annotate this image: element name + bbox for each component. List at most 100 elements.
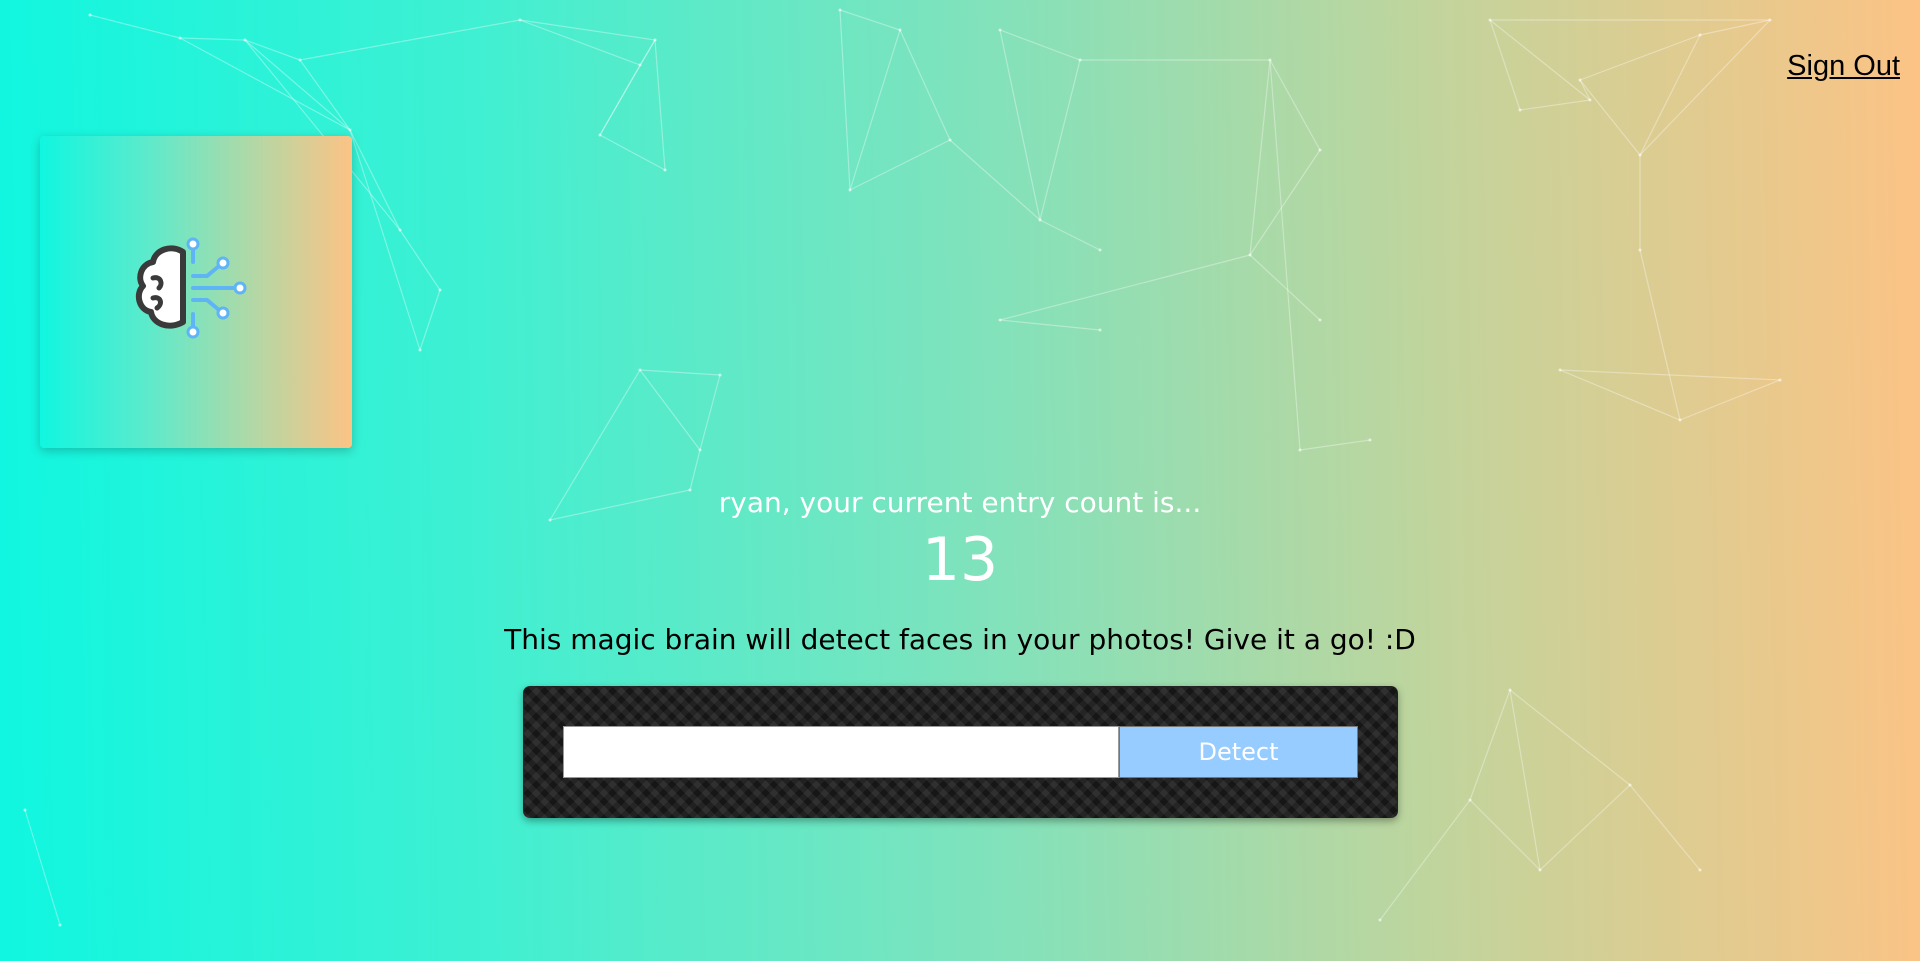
- particle-link: [1679, 379, 1781, 421]
- particle-dot: [1578, 78, 1582, 82]
- particle-dot: [1638, 248, 1642, 252]
- particle-link: [1299, 439, 1371, 451]
- particle-dot: [653, 38, 657, 42]
- particle-dot: [1378, 918, 1382, 922]
- particle-dot: [638, 63, 642, 67]
- particle-dot: [948, 138, 952, 142]
- particle-dot: [1678, 418, 1682, 422]
- particle-link: [399, 229, 441, 291]
- image-link-form: Detect: [523, 686, 1398, 818]
- particle-dot: [898, 28, 902, 32]
- particle-dot: [998, 28, 1002, 32]
- particle-dot: [1778, 378, 1782, 382]
- particle-link: [1639, 19, 1771, 156]
- particle-link: [1509, 689, 1631, 786]
- particle-dot: [1368, 438, 1372, 442]
- particle-link: [839, 9, 901, 31]
- particle-link: [639, 369, 721, 376]
- particle-dot: [1248, 253, 1252, 257]
- particle-link: [1559, 369, 1781, 381]
- particle-link: [1519, 99, 1591, 111]
- particle-link: [839, 9, 851, 191]
- particle-link: [1469, 689, 1511, 801]
- particle-link: [1249, 59, 1271, 256]
- particle-link: [599, 64, 641, 136]
- particle-link: [24, 809, 61, 926]
- particle-dot: [848, 188, 852, 192]
- particle-dot: [23, 808, 27, 812]
- particle-link: [1639, 34, 1701, 156]
- particle-link: [1539, 784, 1631, 871]
- particle-link: [1469, 799, 1541, 871]
- particle-link: [519, 19, 641, 66]
- particle-link: [639, 39, 656, 66]
- particle-dot: [1078, 58, 1082, 62]
- particle-link: [999, 29, 1081, 61]
- particle-dot: [1768, 18, 1772, 22]
- particle-dot: [1698, 33, 1702, 37]
- particle-link: [1579, 79, 1641, 156]
- particle-link: [89, 14, 181, 39]
- particle-link: [349, 129, 401, 231]
- particle-link: [299, 19, 521, 61]
- particle-link: [1269, 59, 1301, 451]
- particle-dot: [88, 13, 92, 17]
- particle-dot: [438, 288, 442, 292]
- entry-rank: ryan, your current entry count is... 13: [0, 486, 1920, 595]
- particle-dot: [298, 58, 302, 62]
- particle-link: [519, 19, 656, 41]
- particle-link: [244, 39, 301, 61]
- brain-circuit-icon: [135, 237, 247, 339]
- particle-link: [244, 39, 351, 131]
- image-url-input[interactable]: [563, 726, 1119, 778]
- particle-dot: [998, 318, 1002, 322]
- particle-dot: [718, 373, 722, 377]
- particle-link: [1249, 254, 1321, 321]
- particle-link: [1039, 59, 1081, 221]
- particle-link: [999, 254, 1251, 321]
- particle-dot: [1558, 368, 1562, 372]
- particle-link: [1379, 799, 1471, 921]
- particle-link: [899, 29, 951, 141]
- particle-link: [1269, 59, 1321, 151]
- particle-link: [1509, 689, 1541, 871]
- particle-dot: [1318, 318, 1322, 322]
- particle-dot: [638, 368, 642, 372]
- particle-dot: [348, 128, 352, 132]
- particle-dot: [178, 36, 182, 40]
- particle-link: [1699, 19, 1771, 36]
- particle-dot: [1098, 248, 1102, 252]
- particle-dot: [1698, 868, 1702, 872]
- tagline: This magic brain will detect faces in yo…: [504, 623, 1416, 656]
- particle-link: [849, 139, 951, 191]
- particle-dot: [698, 448, 702, 452]
- particle-dot: [1098, 328, 1102, 332]
- particle-link: [599, 134, 666, 171]
- particle-dot: [1298, 448, 1302, 452]
- sign-out-link[interactable]: Sign Out: [1787, 50, 1900, 83]
- particle-link: [179, 37, 246, 41]
- particle-dot: [1628, 783, 1632, 787]
- particle-link: [1489, 19, 1521, 111]
- particle-link: [1579, 79, 1591, 101]
- entry-count-message: ryan, your current entry count is...: [718, 486, 1202, 519]
- particle-link: [1629, 784, 1701, 871]
- particle-dot: [1468, 798, 1472, 802]
- particle-link: [1039, 219, 1101, 251]
- particle-link: [949, 139, 1041, 221]
- particle-dot: [418, 348, 422, 352]
- logo-card: [40, 136, 352, 448]
- particle-dot: [243, 38, 247, 42]
- particle-link: [349, 129, 421, 351]
- detect-button[interactable]: Detect: [1119, 726, 1358, 778]
- particle-link: [1579, 34, 1701, 81]
- particle-dot: [518, 18, 522, 22]
- particle-link: [1249, 149, 1321, 256]
- particle-link: [419, 289, 441, 351]
- particle-link: [1559, 369, 1681, 421]
- particle-dot: [398, 228, 402, 232]
- particle-dot: [1318, 148, 1322, 152]
- particle-link: [689, 449, 701, 491]
- particle-link: [1489, 19, 1591, 101]
- particle-link: [999, 319, 1101, 331]
